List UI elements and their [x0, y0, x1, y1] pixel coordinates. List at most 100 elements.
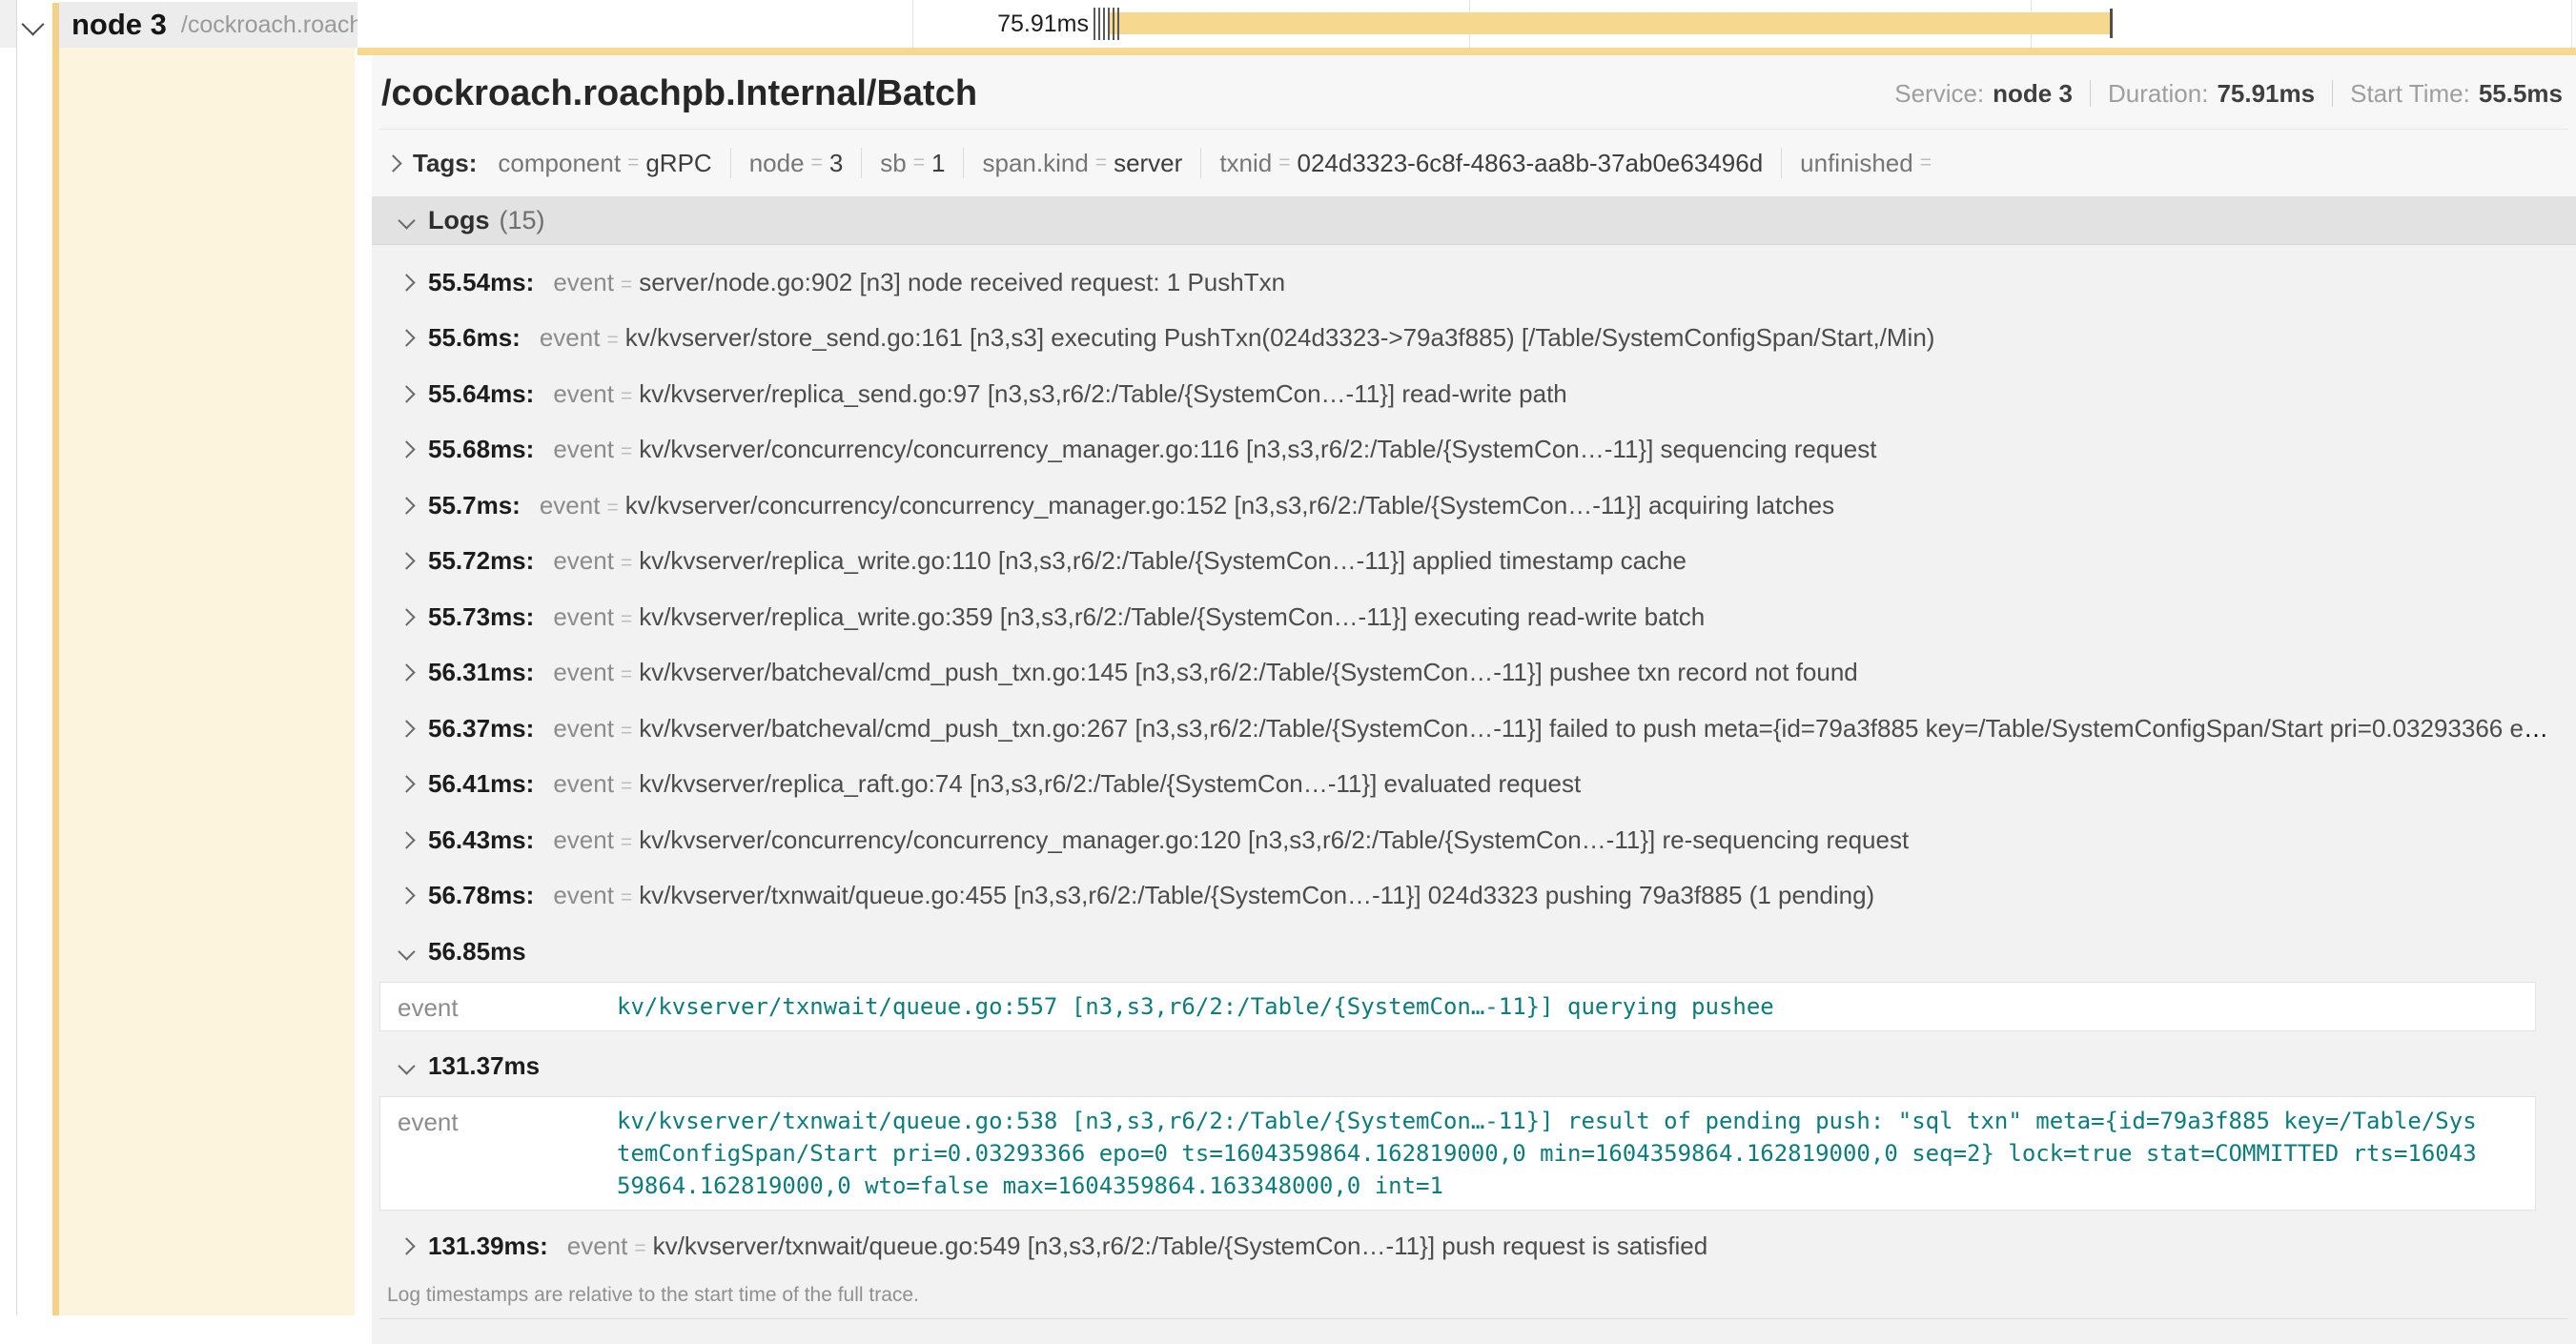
- span-bar-endcap: [2110, 9, 2113, 38]
- chevron-right-icon: [398, 608, 415, 625]
- log-timestamp: 55.72ms:: [428, 546, 534, 576]
- chevron-down-icon: [21, 12, 44, 35]
- tag-divider: [730, 148, 731, 178]
- log-message: kv/kvserver/concurrency/concurrency_mana…: [639, 825, 1909, 854]
- span-duration-bar[interactable]: [1110, 12, 2111, 34]
- log-field-key: event: [567, 1232, 628, 1260]
- log-field-key: event: [553, 658, 614, 686]
- log-timestamp: 55.6ms:: [428, 323, 521, 353]
- corner-strip: [0, 0, 16, 48]
- meta-divider: [2332, 80, 2333, 107]
- chevron-right-icon: [398, 1237, 415, 1254]
- span-color-accent-bar: [52, 3, 59, 1315]
- log-row-expanded[interactable]: 131.37ms: [372, 1039, 2576, 1095]
- chevron-right-icon: [398, 664, 415, 682]
- log-timestamp: 56.31ms:: [428, 658, 534, 687]
- log-row[interactable]: 55.7ms: event=kv/kvserver/concurrency/co…: [372, 478, 2576, 534]
- column-divider-line: [16, 0, 17, 1315]
- log-row[interactable]: 56.41ms: event=kv/kvserver/replica_raft.…: [372, 757, 2576, 813]
- log-field-key: event: [553, 825, 614, 854]
- tag-item[interactable]: span.kind=server: [982, 149, 1182, 178]
- logs-section-toggle[interactable]: Logs (15): [372, 196, 2576, 245]
- log-row[interactable]: 55.64ms: event=kv/kvserver/replica_send.…: [372, 366, 2576, 422]
- span-duration-label: 75.91ms: [887, 0, 1089, 48]
- service-value: node 3: [1993, 79, 2073, 109]
- span-detail-panel: /cockroach.roachpb.Internal/Batch Servic…: [372, 55, 2576, 1315]
- log-message: server/node.go:902 [n3] node received re…: [639, 268, 1285, 296]
- log-detail-card: event kv/kvserver/txnwait/queue.go:557 […: [379, 982, 2536, 1031]
- log-field-key: event: [553, 546, 614, 575]
- log-field-key: event: [553, 881, 614, 909]
- tag-item[interactable]: unfinished=: [1800, 149, 1938, 178]
- log-timestamp: 56.43ms:: [428, 825, 534, 855]
- log-message: kv/kvserver/concurrency/concurrency_mana…: [639, 435, 1876, 463]
- log-detail-value: kv/kvserver/txnwait/queue.go:557 [n3,s3,…: [617, 990, 2485, 1023]
- chevron-down-icon: [398, 943, 415, 960]
- log-detail-key: event: [398, 1105, 617, 1202]
- chevron-right-icon: [398, 330, 415, 347]
- tags-section-toggle[interactable]: Tags: component=gRPC node=3 sb=1 span.ki…: [372, 130, 2576, 196]
- tag-item[interactable]: node=3: [749, 149, 844, 178]
- log-message: kv/kvserver/batcheval/cmd_push_txn.go:14…: [639, 658, 1858, 686]
- log-message: kv/kvserver/replica_send.go:97 [n3,s3,r6…: [639, 379, 1567, 408]
- log-field-key: event: [553, 602, 614, 631]
- chevron-right-icon: [398, 776, 415, 793]
- log-field-key: event: [553, 714, 614, 743]
- log-row[interactable]: 131.39ms: event=kv/kvserver/txnwait/queu…: [372, 1218, 2576, 1274]
- log-detail-key: event: [398, 990, 617, 1023]
- log-timestamp: 55.54ms:: [428, 268, 534, 297]
- log-row[interactable]: 56.31ms: event=kv/kvserver/batcheval/cmd…: [372, 645, 2576, 702]
- log-row[interactable]: 55.68ms: event=kv/kvserver/concurrency/c…: [372, 422, 2576, 479]
- span-collapse-control[interactable]: [25, 16, 41, 37]
- start-time-value: 55.5ms: [2479, 79, 2563, 109]
- chevron-right-icon: [398, 385, 415, 402]
- tag-list: component=gRPC node=3 sb=1 span.kind=ser…: [498, 148, 1938, 178]
- chevron-right-icon: [398, 497, 415, 514]
- chevron-right-icon: [384, 154, 401, 172]
- log-timestamp: 131.39ms:: [428, 1232, 548, 1261]
- log-row[interactable]: 55.73ms: event=kv/kvserver/replica_write…: [372, 589, 2576, 645]
- tag-divider: [1200, 148, 1201, 178]
- log-detail-card: event kv/kvserver/txnwait/queue.go:538 […: [379, 1096, 2536, 1211]
- log-row[interactable]: 55.72ms: event=kv/kvserver/replica_write…: [372, 534, 2576, 590]
- duration-value: 75.91ms: [2217, 79, 2315, 109]
- log-row[interactable]: 56.43ms: event=kv/kvserver/concurrency/c…: [372, 812, 2576, 868]
- log-timestamp: 56.85ms: [428, 937, 526, 967]
- log-timestamp: 55.64ms:: [428, 379, 534, 409]
- tag-divider: [861, 148, 862, 178]
- log-message: kv/kvserver/txnwait/queue.go:455 [n3,s3,…: [639, 881, 1874, 909]
- chevron-right-icon: [398, 720, 415, 737]
- log-timestamp: 55.7ms:: [428, 491, 521, 520]
- tag-divider: [1781, 148, 1782, 178]
- tag-item[interactable]: component=gRPC: [498, 149, 711, 178]
- logs-list: 55.54ms: event=server/node.go:902 [n3] n…: [372, 245, 2576, 1344]
- log-row[interactable]: 55.54ms: event=server/node.go:902 [n3] n…: [372, 255, 2576, 311]
- log-timestamp: 55.73ms:: [428, 602, 534, 632]
- chevron-right-icon: [398, 887, 415, 905]
- log-field-key: event: [553, 268, 614, 296]
- log-field-key: event: [553, 435, 614, 463]
- log-row[interactable]: 56.37ms: event=kv/kvserver/batcheval/cmd…: [372, 701, 2576, 757]
- log-row[interactable]: 55.6ms: event=kv/kvserver/store_send.go:…: [372, 311, 2576, 367]
- log-row[interactable]: 56.78ms: event=kv/kvserver/txnwait/queue…: [372, 868, 2576, 925]
- log-message: kv/kvserver/replica_raft.go:74 [n3,s3,r6…: [639, 769, 1581, 798]
- start-time-label: Start Time:: [2350, 79, 2470, 109]
- log-message: kv/kvserver/concurrency/concurrency_mana…: [625, 491, 1834, 519]
- timeline-gridline: [2571, 0, 2572, 48]
- tag-divider: [963, 148, 964, 178]
- section-divider: [379, 1318, 2568, 1319]
- span-service-name: node 3: [72, 8, 167, 42]
- log-row-expanded[interactable]: 56.85ms: [372, 924, 2576, 980]
- logs-footer-note: Log timestamps are relative to the start…: [372, 1274, 2576, 1307]
- span-meta: Service: node 3 Duration: 75.91ms Start …: [1894, 79, 2563, 109]
- log-field-key: event: [553, 379, 614, 408]
- log-timestamp: 55.68ms:: [428, 435, 534, 464]
- tag-item[interactable]: sb=1: [880, 149, 945, 178]
- log-tick-marks: [1094, 8, 1119, 40]
- chevron-down-icon: [398, 1058, 415, 1075]
- detail-row-tint-column: [59, 48, 355, 1315]
- logs-title: Logs: [428, 206, 490, 235]
- span-name-tab[interactable]: node 3 /cockroach.roach…: [59, 2, 358, 48]
- chevron-right-icon: [398, 831, 415, 848]
- tag-item[interactable]: txnid=024d3323-6c8f-4863-aa8b-37ab0e6349…: [1219, 149, 1763, 178]
